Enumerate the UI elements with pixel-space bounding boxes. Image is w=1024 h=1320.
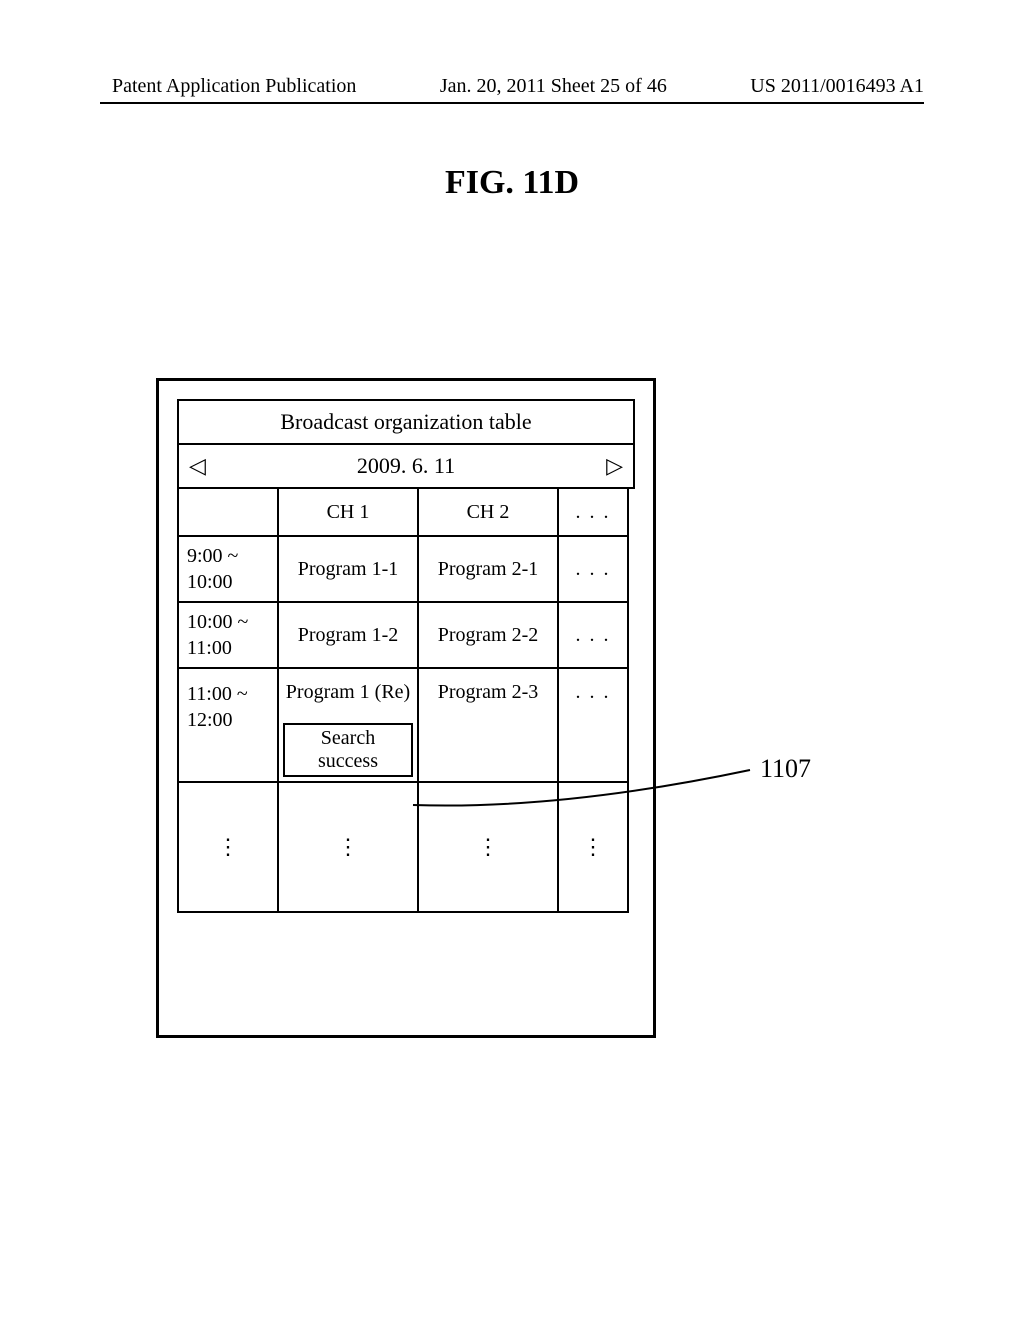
vdots-cell: ⋮ <box>419 783 559 913</box>
epg-grid: CH 1 CH 2 . . . 9:00 ~ 10:00 Program 1-1… <box>177 487 635 913</box>
program-cell[interactable]: Program 1-1 <box>279 537 419 603</box>
program-cell[interactable]: Program 2-1 <box>419 537 559 603</box>
more-cell: . . . <box>559 669 629 783</box>
device-frame: Broadcast organization table ◁ 2009. 6. … <box>156 378 656 1038</box>
col-more-header: . . . <box>559 489 629 537</box>
page-header: Patent Application Publication Jan. 20, … <box>0 0 1024 98</box>
program-label: Program 1 (Re) <box>286 681 410 704</box>
time-cell: 11:00 ~ 12:00 <box>179 669 279 783</box>
date-row: ◁ 2009. 6. 11 ▷ <box>177 443 635 487</box>
vdots-cell: ⋮ <box>559 783 629 913</box>
program-cell[interactable]: Program 1-2 <box>279 603 419 669</box>
search-success-badge: Search success <box>283 723 413 777</box>
col-ch1-header: CH 1 <box>279 489 419 537</box>
date-value: 2009. 6. 11 <box>357 453 455 479</box>
more-cell: . . . <box>559 603 629 669</box>
arrow-right-icon[interactable]: ▷ <box>606 453 623 479</box>
header-rule <box>100 102 924 104</box>
col-ch2-header: CH 2 <box>419 489 559 537</box>
more-cell: . . . <box>559 537 629 603</box>
header-center: Jan. 20, 2011 Sheet 25 of 46 <box>440 75 667 98</box>
epg-title: Broadcast organization table <box>177 399 635 443</box>
vdots-cell: ⋮ <box>179 783 279 913</box>
reference-number: 1107 <box>760 754 811 784</box>
program-cell-rebroadcast[interactable]: Program 1 (Re) Search success <box>279 669 419 783</box>
figure-title: FIG. 11D <box>0 164 1024 202</box>
header-right: US 2011/0016493 A1 <box>750 75 924 98</box>
program-cell[interactable]: Program 2-3 <box>419 669 559 783</box>
header-left: Patent Application Publication <box>112 75 356 98</box>
program-cell[interactable]: Program 2-2 <box>419 603 559 669</box>
time-cell: 10:00 ~ 11:00 <box>179 603 279 669</box>
arrow-left-icon[interactable]: ◁ <box>189 453 206 479</box>
time-cell: 9:00 ~ 10:00 <box>179 537 279 603</box>
vdots-cell: ⋮ <box>279 783 419 913</box>
col-time-header <box>179 489 279 537</box>
